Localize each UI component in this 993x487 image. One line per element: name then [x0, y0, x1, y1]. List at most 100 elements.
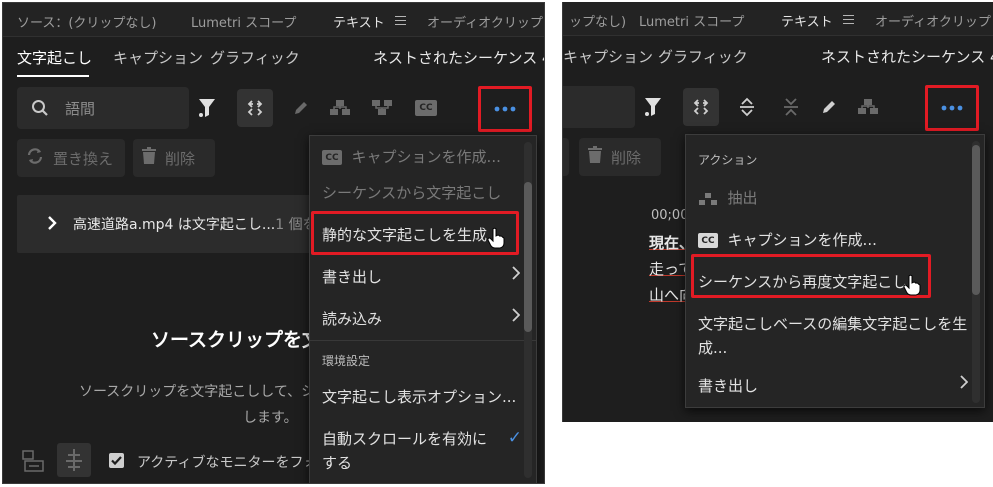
transcript-status-row[interactable]: 高速道路a.mp4 は文字起こし...1 個を [17, 195, 317, 253]
menu-item-label: 文字起こし表示オプション... [322, 388, 517, 406]
split-icon[interactable] [237, 89, 273, 127]
panel-tab-bar: ップなし) Lumetri スコープ テキスト オーディオクリップ [563, 2, 993, 36]
text-panel-left: ソース：(クリップなし) Lumetri スコープ テキスト オーディオクリップ… [2, 2, 545, 484]
filter-icon[interactable] [641, 90, 667, 124]
more-options-menu: CC キャプションを作成... シーケンスから文字起こし 静的な文字起こしを生成… [309, 135, 537, 483]
search-input[interactable] [563, 86, 635, 128]
highlight-more-button [478, 86, 532, 132]
menu-item-label: キャプションを作成... [351, 148, 501, 166]
layout-icon[interactable] [21, 449, 47, 477]
sequence-name: ネストされたシーケンス 43 [821, 48, 993, 66]
tab-source[interactable]: ップなし) [569, 11, 626, 30]
cc-icon: CC [698, 233, 718, 248]
delete-button[interactable]: 削除 [579, 138, 661, 176]
menu-item-transcript-display-options[interactable]: 文字起こし表示オプション... [310, 386, 536, 410]
menu-scrollbar[interactable] [524, 142, 532, 478]
subtab-captions[interactable]: キャプション [113, 47, 203, 68]
tab-audio-clip[interactable]: オーディオクリップ [427, 12, 543, 31]
chevron-right-icon [960, 375, 969, 393]
pencil-icon[interactable] [287, 91, 315, 125]
menu-item-create-captions[interactable]: CC キャプションを作成... [310, 144, 536, 168]
filter-icon[interactable] [195, 91, 221, 125]
menu-item-export[interactable]: 書き出し [310, 266, 536, 290]
highlight-more-button [925, 85, 979, 131]
subtab-active-indicator [17, 75, 89, 77]
menu-item-label-line2: 成... [698, 339, 728, 357]
menu-item-import[interactable]: 読み込み [310, 308, 536, 332]
check-icon: ✓ [507, 428, 522, 448]
search-input[interactable]: 語間 [17, 87, 189, 129]
menu-item-extract[interactable]: 抽出 [686, 187, 984, 211]
menu-scrollbar-thumb[interactable] [972, 145, 980, 295]
empty-state-title: ソースクリップを文 [151, 329, 322, 351]
replace-button[interactable] [563, 138, 569, 176]
highlight-retranscribe [691, 254, 931, 298]
search-placeholder: 語間 [65, 100, 96, 118]
panel-menu-icon[interactable] [395, 16, 406, 25]
sequence-name: ネストされたシーケンス 43 [373, 49, 545, 67]
sync-view-icon[interactable] [57, 443, 91, 477]
menu-item-label: 抽出 [727, 189, 758, 207]
subtab-graphics[interactable]: グラフィック [658, 46, 748, 67]
tab-source[interactable]: ソース：(クリップなし) [17, 12, 157, 31]
menu-scrollbar-thumb[interactable] [524, 182, 532, 332]
subtab-graphics[interactable]: グラフィック [210, 47, 300, 68]
extract-icon [698, 189, 718, 207]
split-icon[interactable] [683, 88, 719, 126]
menu-item-label-line2: する [322, 454, 353, 472]
menu-item-auto-scroll[interactable]: 自動スクロールを有効に する ✓ [310, 428, 536, 476]
merge-icon[interactable] [325, 91, 355, 125]
menu-section-label: アクション [698, 153, 758, 167]
collapse-icon[interactable] [777, 90, 805, 124]
delete-label: 削除 [611, 148, 642, 167]
delete-button[interactable]: 削除 [133, 139, 215, 177]
replace-label: 置き換え [53, 149, 114, 168]
tab-audio-clip[interactable]: オーディオクリップ [875, 11, 991, 30]
follow-monitor-checkbox[interactable] [109, 453, 124, 468]
menu-item-create-captions[interactable]: CC キャプションを作成... [686, 229, 984, 253]
menu-item-label: キャプションを作成... [727, 231, 877, 249]
menu-item-text-based-edit[interactable]: 文字起こしベースの編集文字起こしを生 成... [686, 313, 984, 361]
menu-item-label: 読み込み [322, 310, 383, 328]
menu-separator [310, 340, 536, 341]
subtab-captions[interactable]: キャプション [563, 46, 653, 67]
menu-section-actions: アクション [686, 151, 984, 169]
merge-icon[interactable] [853, 90, 883, 124]
chevron-right-icon[interactable] [47, 215, 57, 235]
subtab-transcript[interactable]: 文字起こし [17, 47, 92, 68]
menu-item-label: シーケンスから文字起こし [322, 184, 502, 202]
delete-label: 削除 [165, 149, 196, 168]
menu-item-transcribe-sequence[interactable]: シーケンスから文字起こし [310, 182, 536, 206]
tab-lumetri-scopes[interactable]: Lumetri スコープ [639, 11, 744, 30]
menu-scrollbar[interactable] [972, 141, 980, 403]
tab-text[interactable]: テキスト [781, 11, 833, 30]
text-panel-right: ップなし) Lumetri スコープ テキスト オーディオクリップ キャプション… [562, 2, 993, 422]
pencil-icon[interactable] [815, 90, 843, 124]
panel-tab-bar: ソース：(クリップなし) Lumetri スコープ テキスト オーディオクリップ [3, 3, 544, 37]
tab-lumetri-scopes[interactable]: Lumetri スコープ [191, 12, 296, 31]
replace-button[interactable]: 置き換え [17, 139, 125, 177]
trash-icon [141, 147, 157, 169]
menu-item-label: 自動スクロールを有効に [322, 430, 488, 448]
menu-item-label: 書き出し [698, 377, 759, 395]
replace-icon [25, 146, 45, 170]
panel-menu-icon[interactable] [843, 15, 854, 24]
menu-section-preferences: 環境設定 [310, 352, 536, 370]
split-clip-icon[interactable] [367, 91, 397, 125]
trash-icon [587, 146, 603, 168]
chevron-right-icon [512, 266, 521, 284]
menu-section-label: 環境設定 [322, 354, 371, 368]
empty-state-desc-line2: します。 [243, 410, 298, 426]
expand-icon[interactable] [733, 90, 761, 124]
cc-icon[interactable]: CC [411, 91, 441, 125]
menu-item-label: 文字起こしベースの編集文字起こしを生 [698, 315, 968, 333]
cc-icon: CC [322, 150, 342, 165]
tab-text[interactable]: テキスト [333, 12, 385, 31]
chevron-right-icon [512, 308, 521, 326]
transcript-filename: 高速道路a.mp4 は文字起こし... [73, 217, 276, 233]
empty-state-desc-line1: ソースクリップを文字起こしして、シーケ [79, 384, 344, 400]
menu-item-export[interactable]: 書き出し [686, 375, 984, 399]
search-icon [31, 99, 49, 121]
hand-cursor-icon [903, 274, 921, 300]
hand-cursor-icon [487, 227, 505, 253]
